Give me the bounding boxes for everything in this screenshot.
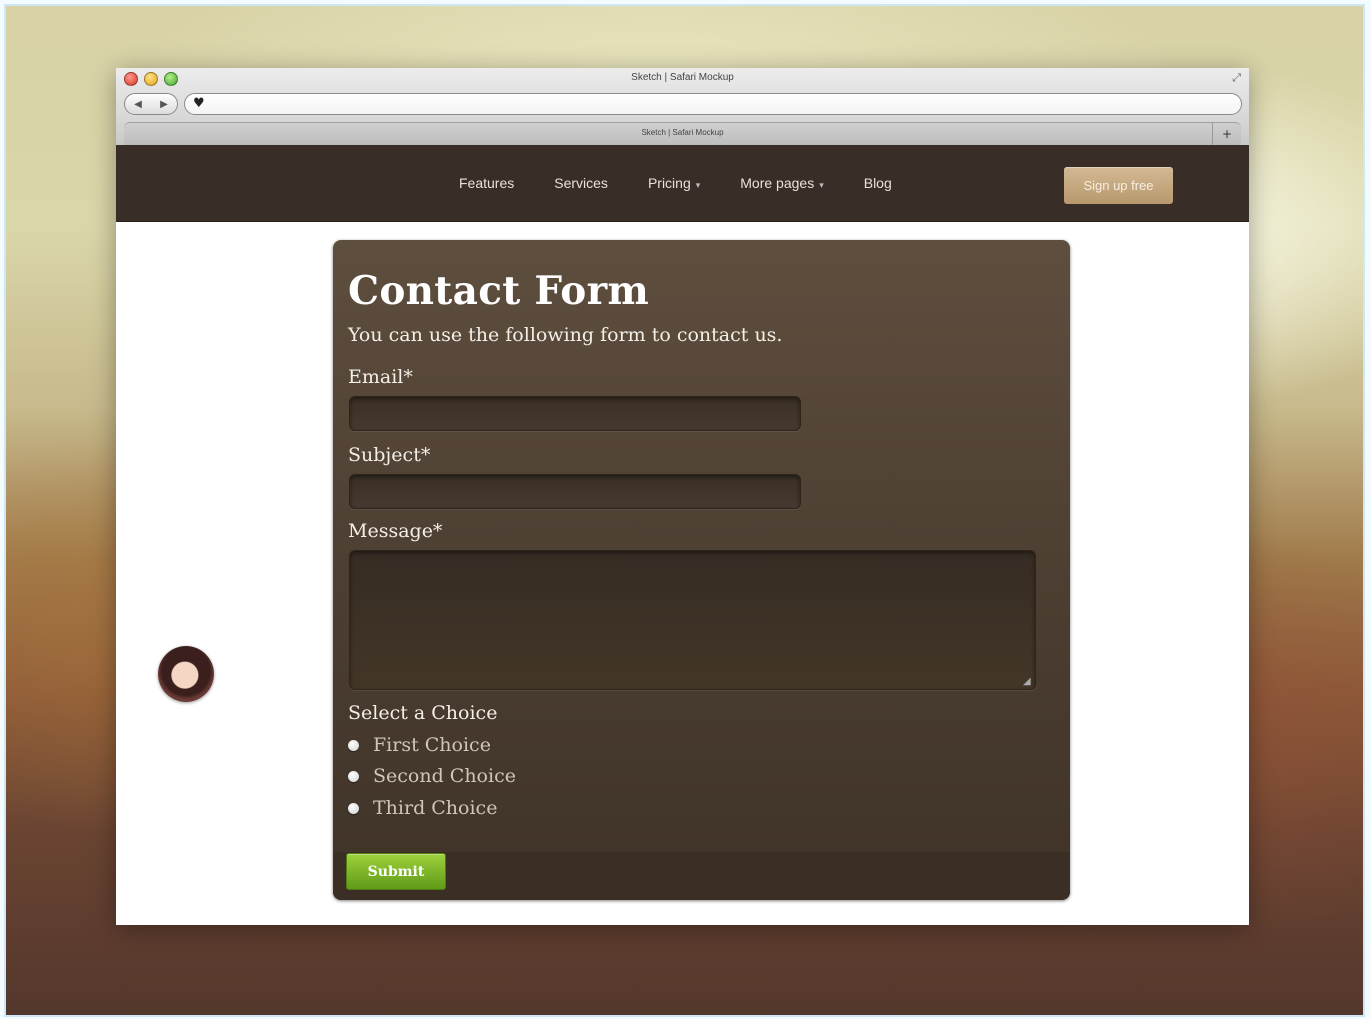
choice-heading: Select a Choice	[348, 702, 498, 724]
nav-item-blog[interactable]: Blog	[864, 175, 892, 191]
contact-form-card: Contact Form You can use the following f…	[333, 240, 1070, 900]
nav-item-label: Blog	[863, 175, 892, 191]
user-avatar[interactable]	[158, 646, 214, 702]
radio-second-choice[interactable]: Second Choice	[348, 765, 516, 787]
message-label: Message*	[348, 520, 443, 542]
message-field[interactable]	[349, 550, 1036, 690]
radio-icon[interactable]	[348, 770, 359, 782]
nav-item-more-pages[interactable]: More pages ▾	[740, 175, 823, 191]
resize-handle-icon[interactable]: ◢	[1023, 676, 1031, 687]
radio-third-choice[interactable]: Third Choice	[348, 797, 497, 819]
choice-label: Second Choice	[373, 765, 516, 787]
radio-first-choice[interactable]: First Choice	[348, 734, 491, 756]
subject-field[interactable]	[349, 474, 801, 509]
nav-item-features[interactable]: Features	[459, 175, 514, 191]
site-navbar: Features Services Pricing ▾ More pages ▾ B…	[116, 145, 1249, 222]
heart-icon: ♥	[193, 96, 205, 111]
chevron-down-icon: ▾	[695, 180, 701, 190]
email-field[interactable]	[349, 396, 801, 431]
tab-title[interactable]: Sketch | Safari Mockup	[124, 128, 1241, 137]
radio-icon[interactable]	[348, 802, 359, 814]
back-forward-buttons: ◀ ▶	[124, 93, 178, 115]
browser-titlebar: Sketch | Safari Mockup ⤢ ◀ ▶ ♥ Sketch | …	[116, 68, 1249, 146]
nav-item-services[interactable]: Services	[554, 175, 608, 191]
subject-label: Subject*	[348, 444, 431, 466]
chevron-down-icon: ▾	[819, 180, 824, 190]
new-tab-icon[interactable]: +	[1212, 123, 1241, 145]
submit-button[interactable]: Submit	[346, 853, 446, 890]
nav-item-pricing[interactable]: Pricing ▾	[648, 175, 700, 191]
form-intro: You can use the following form to contac…	[348, 324, 783, 346]
radio-icon[interactable]	[348, 739, 359, 751]
nav-links: Features Services Pricing ▾ More pages ▾ B…	[459, 145, 932, 221]
nav-item-label: Features	[459, 175, 515, 191]
nav-item-label: Pricing	[647, 175, 691, 191]
email-label: Email*	[348, 366, 413, 388]
back-icon[interactable]: ◀	[134, 99, 142, 110]
forward-icon[interactable]: ▶	[160, 99, 168, 110]
choice-label: Third Choice	[373, 797, 498, 819]
window-title: Sketch | Safari Mockup	[631, 72, 734, 83]
browser-window: Sketch | Safari Mockup ⤢ ◀ ▶ ♥ Sketch | …	[116, 68, 1249, 925]
choice-label: First Choice	[373, 734, 491, 756]
page-title: Contact Form	[348, 268, 650, 314]
address-bar[interactable]: ♥	[184, 93, 1242, 115]
tab-bar: Sketch | Safari Mockup +	[124, 122, 1241, 145]
nav-item-label: More pages	[740, 175, 815, 191]
sign-up-button[interactable]: Sign up free	[1064, 167, 1173, 204]
fullscreen-icon[interactable]: ⤢	[1232, 71, 1241, 85]
nav-item-label: Services	[554, 175, 608, 191]
